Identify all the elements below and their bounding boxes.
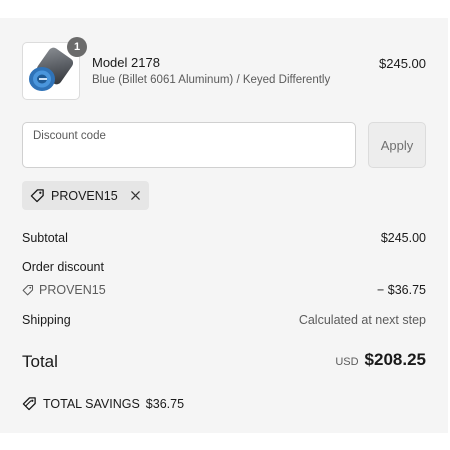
shipping-row: Shipping Calculated at next step	[22, 313, 426, 327]
order-discount-label: Order discount	[22, 260, 104, 274]
shipping-value: Calculated at next step	[298, 313, 426, 327]
currency-code: USD	[335, 356, 359, 368]
savings-tag-icon	[22, 397, 36, 411]
discount-amount: − $36.75	[376, 283, 426, 297]
total-amount: $208.25	[364, 350, 426, 369]
product-name: Model 2178	[92, 55, 160, 70]
discount-code-row: PROVEN15 − $36.75	[22, 283, 426, 299]
tag-icon	[30, 189, 44, 203]
savings-value: $36.75	[145, 396, 185, 411]
subtotal-row: Subtotal $245.00	[22, 231, 426, 245]
remove-code-button[interactable]	[130, 190, 141, 201]
product-variant: Blue (Billet 6061 Aluminum) / Keyed Diff…	[92, 74, 331, 86]
order-summary-panel: 1 Model 2178 Blue (Billet 6061 Aluminum)…	[0, 18, 448, 433]
discount-code-input[interactable]	[22, 122, 356, 168]
applied-code-chip: PROVEN15	[22, 181, 149, 210]
shipping-label: Shipping	[22, 313, 71, 327]
product-thumbnail: 1	[22, 37, 87, 100]
apply-button[interactable]: Apply	[368, 122, 426, 168]
applied-code-text: PROVEN15	[51, 188, 118, 203]
total-value: USD $208.25	[335, 350, 426, 370]
subtotal-label: Subtotal	[22, 231, 68, 245]
tag-icon	[22, 284, 34, 296]
close-icon	[130, 191, 140, 200]
discount-code-name: PROVEN15	[39, 283, 106, 297]
savings-label: TOTAL SAVINGS	[43, 396, 140, 411]
total-savings: TOTAL SAVINGS $36.75	[22, 396, 184, 411]
product-price: $245.00	[379, 56, 426, 71]
subtotal-value: $245.00	[380, 231, 426, 245]
order-discount-row: Order discount	[22, 260, 426, 274]
line-item: 1 Model 2178 Blue (Billet 6061 Aluminum)…	[22, 37, 426, 100]
quantity-badge: 1	[67, 37, 87, 57]
total-label: Total	[22, 352, 58, 371]
